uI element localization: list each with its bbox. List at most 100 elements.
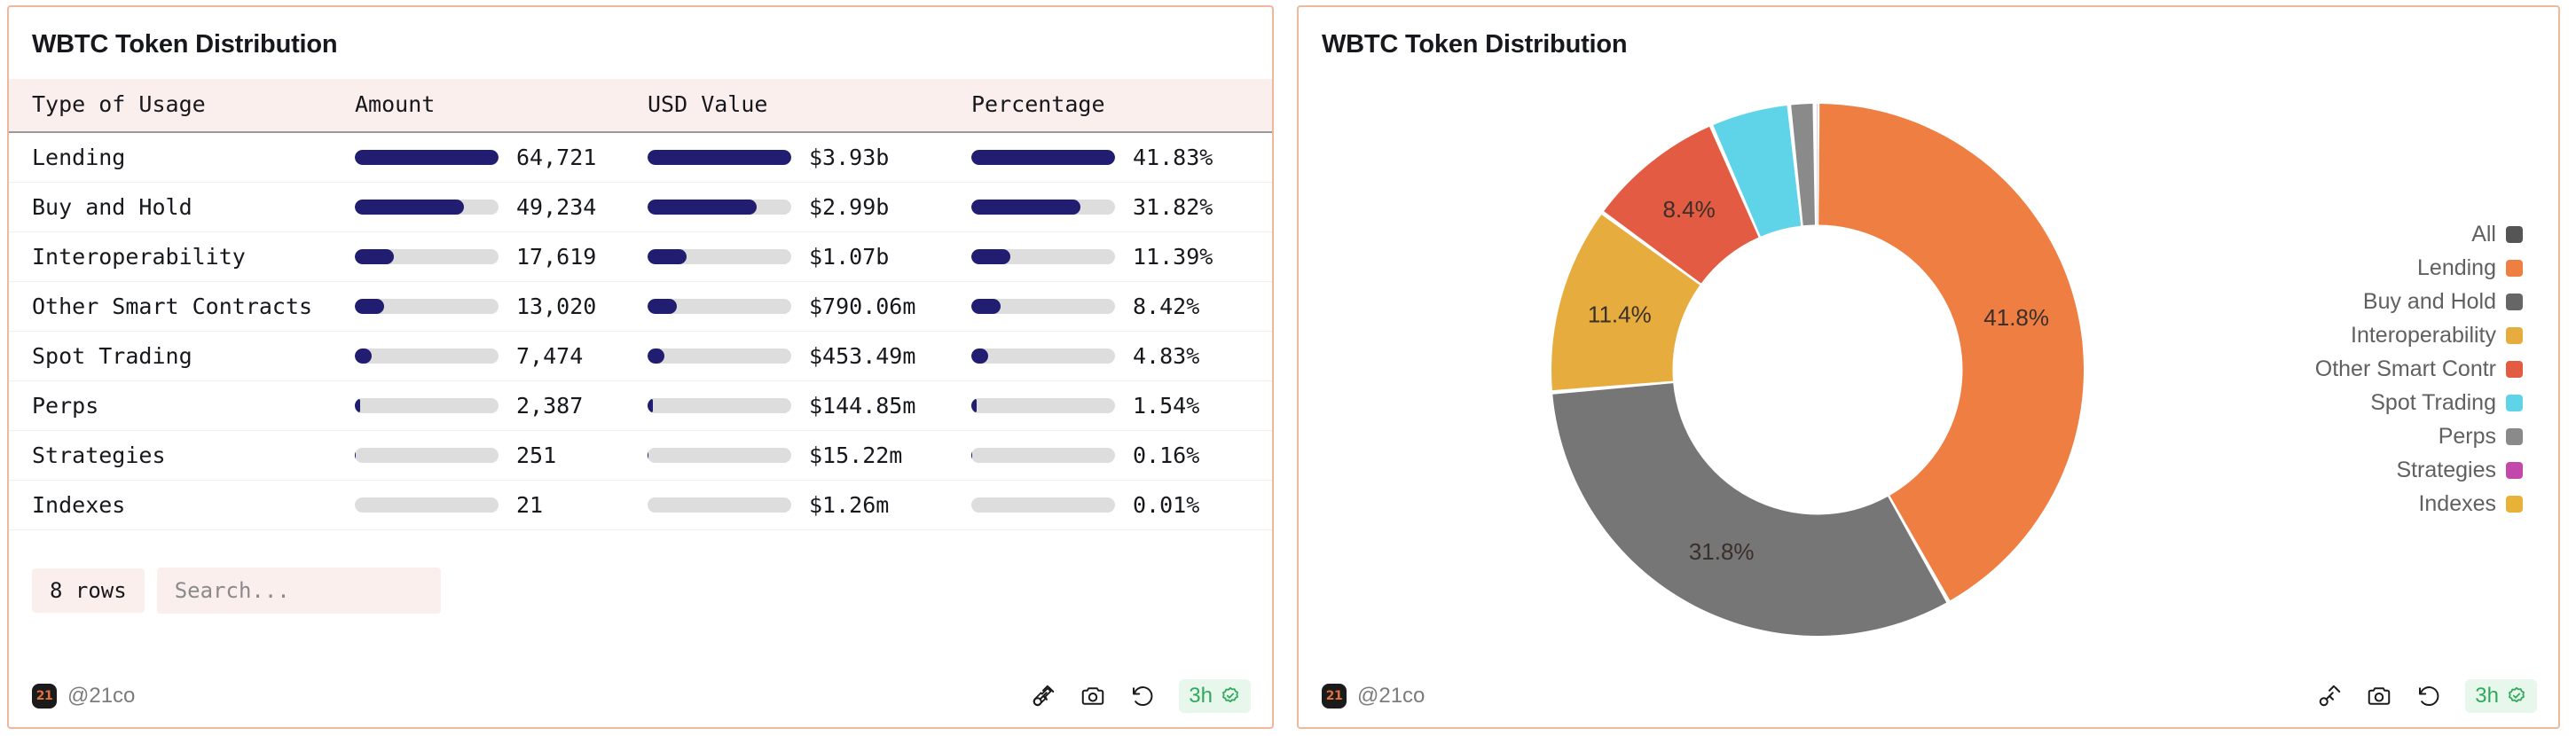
legend-item[interactable]: All — [2471, 222, 2523, 247]
column-header-amount[interactable]: Amount — [355, 79, 648, 132]
table-row[interactable]: Interoperability17,619$1.07b11.39% — [9, 232, 1272, 282]
cell-percentage: 31.82% — [971, 183, 1272, 232]
chart-title: WBTC Token Distribution — [1299, 7, 2558, 59]
dashboard-root: WBTC Token Distribution Type of Usage Am… — [0, 0, 2576, 736]
bar-fill — [971, 200, 1080, 215]
column-header-usd-value[interactable]: USD Value — [648, 79, 971, 132]
cell-usd-value: $1.26m — [648, 481, 971, 530]
cell-usd-value: $1.07b — [648, 232, 971, 282]
bar-track — [971, 249, 1115, 264]
table-row[interactable]: Spot Trading7,474$453.49m4.83% — [9, 332, 1272, 381]
brand-logo-icon: 21 — [1322, 684, 1347, 709]
legend-item[interactable]: Indexes — [2418, 491, 2523, 517]
table-row[interactable]: Other Smart Contracts13,020$790.06m8.42% — [9, 282, 1272, 332]
brand-name: @21co — [67, 684, 135, 709]
donut-chart[interactable]: 41.8%31.8%11.4%8.4% — [1543, 95, 2093, 645]
cell-type-of-usage: Buy and Hold — [9, 183, 355, 232]
cell-percentage: 0.16% — [971, 431, 1272, 481]
bar-fill — [971, 448, 972, 463]
bar-track — [648, 398, 791, 413]
cell-usd-value: $15.22m — [648, 431, 971, 481]
donut-slice[interactable] — [1552, 383, 1946, 636]
legend-item[interactable]: Lending — [2417, 255, 2523, 281]
bar-track — [971, 448, 1115, 463]
cell-percentage: 11.39% — [971, 232, 1272, 282]
legend-item[interactable]: Buy and Hold — [2363, 289, 2523, 315]
cell-amount: 64,721 — [355, 132, 648, 183]
cell-value: 2,387 — [516, 393, 583, 419]
bar-track — [648, 348, 791, 364]
table-row[interactable]: Strategies251 $15.22m 0.16% — [9, 431, 1272, 481]
column-header-type-of-usage[interactable]: Type of Usage — [9, 79, 355, 132]
cell-type-of-usage: Lending — [9, 132, 355, 183]
cell-type-of-usage: Other Smart Contracts — [9, 282, 355, 332]
cell-type-of-usage: Strategies — [9, 431, 355, 481]
legend-color-swatch — [2506, 361, 2523, 378]
bar-track — [971, 348, 1115, 364]
bar-fill — [648, 200, 757, 215]
cell-value: $15.22m — [809, 442, 902, 468]
bar-track — [355, 448, 499, 463]
legend-item[interactable]: Spot Trading — [2370, 390, 2523, 416]
legend-item[interactable]: Perps — [2439, 424, 2523, 450]
table-row[interactable]: Perps2,387$144.85m1.54% — [9, 381, 1272, 431]
undo-refresh-icon[interactable] — [2415, 683, 2442, 709]
status-badge[interactable]: 3h — [1179, 679, 1251, 713]
cell-percentage: 8.42% — [971, 282, 1272, 332]
cell-usd-value: $2.99b — [648, 183, 971, 232]
cell-value: $453.49m — [809, 343, 915, 369]
legend-item[interactable]: Interoperability — [2351, 323, 2523, 348]
table-row[interactable]: Buy and Hold 49,234 $2.99b31.82% — [9, 183, 1272, 232]
legend-item[interactable]: Strategies — [2396, 458, 2523, 483]
bar-track — [648, 249, 791, 264]
legend-label: Other Smart Contr — [2315, 356, 2496, 382]
bar-track — [648, 299, 791, 314]
bar-track — [971, 497, 1115, 513]
bar-track — [648, 150, 791, 165]
donut-chart-holder: 41.8%31.8%11.4%8.4% — [1299, 95, 2283, 645]
status-badge[interactable]: 3h — [2465, 679, 2537, 713]
camera-snapshot-icon[interactable] — [2366, 683, 2392, 709]
brand[interactable]: 21 @21co — [1322, 684, 1425, 709]
table-controls: 8 rows — [9, 530, 1272, 614]
chart-legend: All Lending Buy and Hold Interoperability Ot… — [2283, 222, 2549, 517]
plug-embed-icon[interactable] — [2316, 683, 2343, 709]
legend-color-swatch — [2506, 395, 2523, 411]
table-body: Lending64,721$3.93b41.83%Buy and Hold49,… — [9, 132, 1272, 530]
time-badge-label: 3h — [1189, 684, 1213, 709]
bar-track — [355, 348, 499, 364]
chart-area: 41.8%31.8%11.4%8.4% All Lending Buy and Ho… — [1299, 59, 2558, 679]
legend-label: Indexes — [2418, 491, 2496, 517]
legend-color-swatch — [2506, 496, 2523, 513]
table-row[interactable]: Lending64,721$3.93b41.83% — [9, 132, 1272, 183]
bar-fill — [971, 299, 1001, 314]
donut-slice[interactable] — [1817, 104, 1818, 225]
bar-track — [971, 200, 1115, 215]
cell-value: $1.26m — [809, 492, 889, 518]
undo-refresh-icon[interactable] — [1129, 683, 1156, 709]
brand[interactable]: 21 @21co — [32, 684, 135, 709]
cell-value: $1.07b — [809, 244, 889, 270]
table-header-row: Type of Usage Amount USD Value Percentag… — [9, 79, 1272, 132]
cell-value: $3.93b — [809, 145, 889, 170]
cell-value: 0.01% — [1133, 492, 1199, 518]
cell-value: 7,474 — [516, 343, 583, 369]
table-row[interactable]: Indexes21$1.26m0.01% — [9, 481, 1272, 530]
cell-usd-value: $144.85m — [648, 381, 971, 431]
cell-value: 49,234 — [516, 194, 596, 220]
plug-embed-icon[interactable] — [1030, 683, 1056, 709]
legend-color-swatch — [2506, 226, 2523, 243]
bar-fill — [648, 348, 664, 364]
slice-data-label: 8.4% — [1662, 196, 1715, 223]
bar-fill — [648, 249, 687, 264]
search-input[interactable] — [157, 568, 441, 614]
slice-data-label: 31.8% — [1689, 537, 1755, 564]
cell-amount: 251 — [355, 431, 648, 481]
cell-value: $144.85m — [809, 393, 915, 419]
bar-track — [355, 398, 499, 413]
legend-color-swatch — [2506, 462, 2523, 479]
cell-percentage: 4.83% — [971, 332, 1272, 381]
column-header-percentage[interactable]: Percentage — [971, 79, 1272, 132]
legend-item[interactable]: Other Smart Contr — [2315, 356, 2523, 382]
camera-snapshot-icon[interactable] — [1080, 683, 1106, 709]
